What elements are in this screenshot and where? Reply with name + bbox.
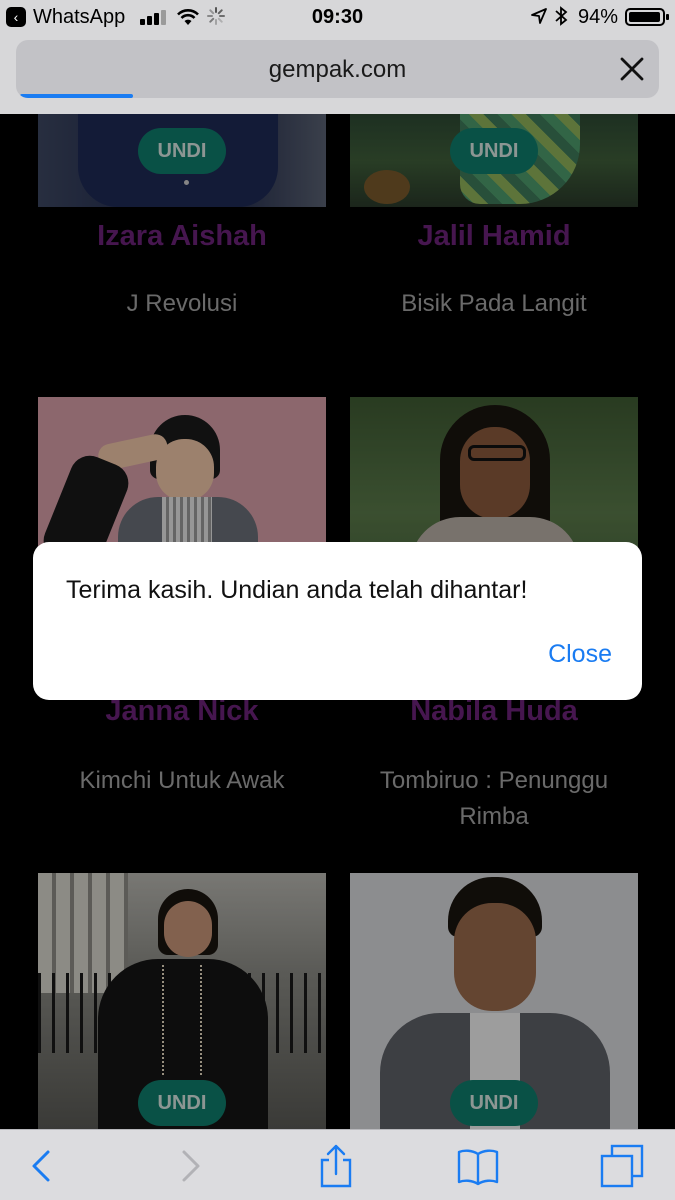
- battery-icon: [625, 8, 669, 26]
- status-bar: ‹ WhatsApp 09:30 94%: [0, 0, 675, 34]
- browser-chrome: ‹ WhatsApp 09:30 94% gempak.com: [0, 0, 675, 114]
- clock: 09:30: [311, 6, 364, 28]
- forward-icon[interactable]: [168, 1144, 212, 1188]
- bluetooth-icon: [555, 6, 568, 26]
- alert-close-button[interactable]: Close: [548, 640, 612, 669]
- share-icon[interactable]: [314, 1144, 358, 1188]
- alert-message: Terima kasih. Undian anda telah dihantar…: [66, 576, 528, 604]
- location-icon: [531, 8, 547, 24]
- alert-dialog: Terima kasih. Undian anda telah dihantar…: [33, 542, 642, 700]
- close-icon[interactable]: [619, 56, 645, 82]
- back-icon[interactable]: [20, 1144, 64, 1188]
- url-text[interactable]: gempak.com: [16, 56, 659, 84]
- page-load-progress: [20, 94, 133, 98]
- bookmarks-icon[interactable]: [456, 1144, 500, 1188]
- tabs-icon[interactable]: [600, 1144, 644, 1188]
- browser-toolbar: [0, 1129, 675, 1200]
- battery-percent: 94%: [578, 6, 619, 28]
- address-bar[interactable]: gempak.com: [16, 40, 659, 98]
